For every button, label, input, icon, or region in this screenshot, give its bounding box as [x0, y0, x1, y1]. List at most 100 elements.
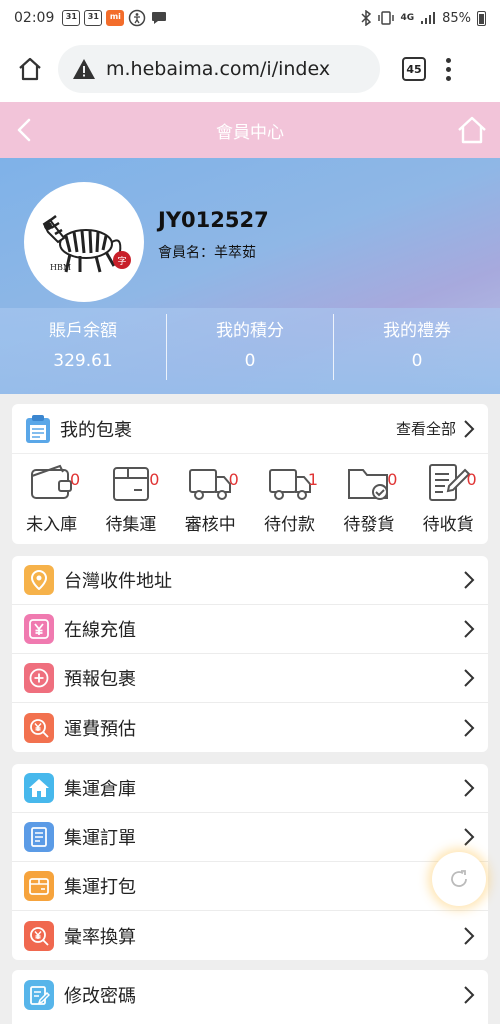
vibrate-icon — [378, 11, 395, 25]
app-notification-icon: mi — [106, 10, 125, 26]
menu-item-label: 在線充值 — [64, 620, 136, 641]
stat-balance[interactable]: 賬戶余額 329.61 — [0, 314, 166, 380]
package-status-item[interactable]: 0 待發貨 — [329, 462, 408, 535]
edit-doc-icon — [429, 464, 471, 501]
menu-card-account: 修改密碼 — [12, 970, 488, 1024]
network-type: 4G — [400, 13, 415, 23]
menu-item-forecast-package[interactable]: 預報包裹 — [12, 654, 488, 703]
package-status-item[interactable]: 0 待集運 — [91, 462, 170, 535]
document-icon — [24, 822, 54, 852]
stat-label: 我的積分 — [216, 321, 284, 341]
chevron-right-icon — [464, 828, 475, 846]
package-count: 0 — [466, 470, 477, 489]
battery-icon — [477, 10, 486, 26]
not-secure-icon — [73, 59, 95, 79]
stat-coupons[interactable]: 我的禮券 0 — [333, 314, 500, 380]
box-icon — [112, 467, 149, 501]
package-count: 0 — [70, 470, 81, 489]
browser-home-button[interactable] — [14, 53, 46, 85]
menu-item-label: 集運倉庫 — [64, 779, 136, 800]
chevron-right-icon — [464, 779, 475, 797]
back-icon[interactable] — [10, 114, 40, 146]
chat-icon — [152, 12, 167, 24]
packages-title: 我的包裹 — [60, 419, 132, 441]
menu-item-shipping-estimate[interactable]: 運費預估 — [12, 703, 488, 752]
package-status-item[interactable]: 0 待收貨 — [408, 462, 487, 535]
stat-label: 我的禮券 — [383, 321, 451, 341]
menu-item-label: 修改密碼 — [64, 985, 136, 1007]
view-all-label: 查看全部 — [395, 420, 456, 438]
username: JY012527 — [158, 208, 269, 232]
profile-hero: 字 HBM JY012527 會員名：羊萃茹 賬戶余額 329.61 我的積分 … — [0, 158, 500, 394]
menu-item-packing[interactable]: 集運打包 — [12, 862, 488, 911]
package-count: 0 — [149, 470, 160, 489]
chevron-right-icon — [464, 571, 475, 589]
package-status-item[interactable]: 0 審核中 — [171, 462, 250, 535]
menu-card-consolidation: 集運倉庫 集運訂單 集運打包 彙率換算 — [12, 764, 488, 960]
menu-item-label: 預報包裹 — [64, 669, 136, 690]
package-count: 1 — [307, 470, 319, 489]
tab-switcher-button[interactable]: 45 — [402, 57, 426, 81]
menu-item-change-password[interactable]: 修改密碼 — [12, 970, 488, 1019]
package-status-label: 審核中 — [184, 515, 236, 535]
menu-item-orders[interactable]: 集運訂單 — [12, 813, 488, 862]
house-icon — [24, 773, 54, 803]
stat-value: 0 — [411, 351, 423, 371]
package-status-item[interactable]: 0 未入庫 — [12, 462, 91, 535]
package-status-label: 待收貨 — [422, 515, 474, 535]
home-icon[interactable] — [456, 114, 488, 146]
menu-item-label: 集運打包 — [64, 877, 136, 898]
menu-item-recharge[interactable]: 在線充值 — [12, 605, 488, 654]
zebra-logo: 字 HBM — [42, 215, 131, 273]
chevron-right-icon — [464, 620, 475, 638]
package-status-list: 0 未入庫 0 待集運 0 審核中 1 待付款 0 待發貨 0 待收貨 — [12, 454, 488, 535]
package-count: 0 — [387, 470, 398, 489]
account-stats: 賬戶余額 329.61 我的積分 0 我的禮券 0 — [0, 314, 500, 380]
chevron-right-icon — [464, 419, 475, 438]
browser-menu-button[interactable] — [446, 57, 452, 81]
status-time: 02:09 — [14, 10, 55, 26]
package-icon — [24, 871, 54, 901]
member-name: 會員名：羊萃茹 — [158, 245, 256, 261]
url-text: m.hebaima.com/i/index — [106, 58, 331, 80]
battery-percent: 85% — [442, 10, 471, 26]
yen-icon — [24, 614, 54, 644]
chevron-right-icon — [464, 985, 475, 1004]
menu-item-label: 運費預估 — [64, 718, 136, 740]
package-status-label: 待付款 — [264, 515, 316, 535]
package-status-label: 未入庫 — [26, 515, 78, 535]
package-status-item[interactable]: 1 待付款 — [250, 462, 329, 535]
package-status-label: 待集運 — [105, 515, 157, 535]
browser-toolbar: m.hebaima.com/i/index 45 — [0, 36, 500, 102]
plus-circle-icon — [24, 663, 54, 693]
stat-points[interactable]: 我的積分 0 — [166, 314, 333, 380]
location-icon — [24, 565, 54, 595]
svg-text:字: 字 — [117, 255, 126, 267]
floating-refresh-button[interactable] — [432, 852, 486, 906]
view-all-link[interactable]: 查看全部 — [396, 418, 476, 439]
edit-password-icon — [24, 979, 54, 1010]
page-header: 會員中心 — [0, 102, 500, 158]
svg-text:HBM: HBM — [50, 263, 71, 272]
chevron-right-icon — [464, 669, 475, 687]
accessibility-icon — [129, 9, 146, 27]
stat-value: 0 — [244, 351, 256, 371]
folder-check-icon — [347, 469, 388, 500]
calendar-icon: 31 — [84, 10, 103, 26]
yen-search-icon — [24, 712, 54, 743]
truck-icon — [268, 469, 311, 500]
stat-value: 329.61 — [53, 351, 113, 371]
avatar[interactable]: 字 HBM — [24, 182, 144, 302]
menu-item-warehouse[interactable]: 集運倉庫 — [12, 764, 488, 813]
calendar-icon: 31 — [62, 10, 81, 26]
menu-item-address[interactable]: 台灣收件地址 — [12, 556, 488, 605]
url-bar[interactable]: m.hebaima.com/i/index — [58, 45, 380, 93]
chevron-right-icon — [464, 718, 475, 737]
chevron-right-icon — [464, 926, 475, 945]
status-bar: 02:09 31 31 mi 4G 85% — [0, 0, 500, 36]
menu-item-label: 彙率換算 — [64, 926, 136, 948]
truck-icon — [189, 469, 232, 500]
packages-card: 我的包裹 查看全部 0 未入庫 0 待集運 0 審核中 1 待付款 0 待發貨 … — [12, 404, 488, 544]
menu-item-exchange-rate[interactable]: 彙率換算 — [12, 911, 488, 960]
exchange-icon — [24, 920, 54, 951]
